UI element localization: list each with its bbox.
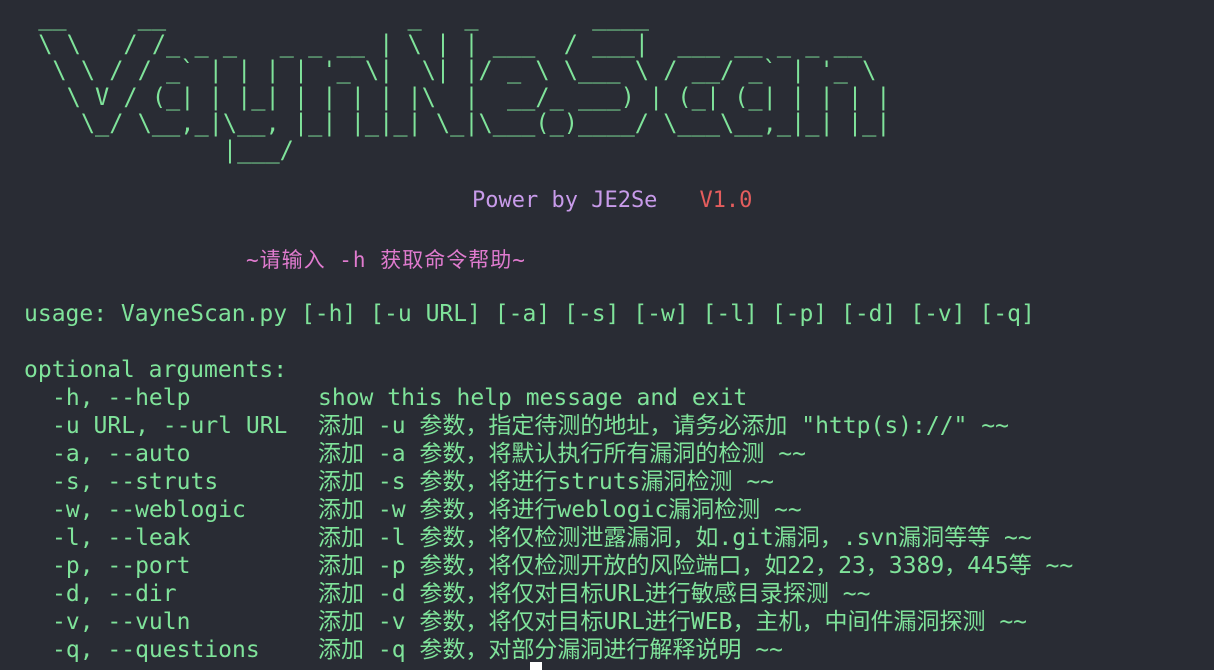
- option-desc-questions: 添加 -q 参数，对部分漏洞进行解释说明 ~~: [318, 637, 783, 663]
- option-desc-leak: 添加 -l 参数，将仅检测泄露漏洞，如.git漏洞，.svn漏洞等等 ~~: [318, 525, 1032, 551]
- option-flag-auto: -a, --auto: [52, 441, 191, 467]
- usage-line: usage: VayneScan.py [-h] [-u URL] [-a] […: [24, 301, 1035, 327]
- optional-arguments-heading: optional arguments:: [24, 357, 288, 383]
- version-label: V1.0: [699, 188, 753, 213]
- option-flag-help: -h, --help: [52, 385, 191, 411]
- option-flag-url: -u URL, --url URL: [52, 413, 288, 439]
- option-desc-url: 添加 -u 参数，指定待测的地址，请务必添加 "http(s)://" ~~: [318, 413, 1009, 439]
- terminal-window[interactable]: __ __ _ _ ____ \ \ / /_ _ _ _ _ __ | \ |…: [0, 0, 1214, 670]
- option-desc-dir: 添加 -d 参数，将仅对目标URL进行敏感目录探测 ~~: [318, 581, 871, 607]
- option-desc-help: show this help message and exit: [318, 385, 748, 411]
- option-flag-weblogic: -w, --weblogic: [52, 497, 246, 523]
- option-flag-leak: -l, --leak: [52, 525, 191, 551]
- option-flag-questions: -q, --questions: [52, 637, 260, 663]
- power-by-line: Power by JE2Se V1.0: [472, 188, 752, 213]
- help-hint: ~请输入 -h 获取命令帮助~: [246, 248, 526, 272]
- terminal-cursor[interactable]: [530, 662, 542, 670]
- option-desc-auto: 添加 -a 参数，将默认执行所有漏洞的检测 ~~: [318, 441, 806, 467]
- ascii-art-banner: __ __ _ _ ____ \ \ / /_ _ _ _ _ __ | \ |…: [38, 3, 891, 164]
- option-flag-dir: -d, --dir: [52, 581, 177, 607]
- option-flag-struts: -s, --struts: [52, 469, 219, 495]
- option-desc-weblogic: 添加 -w 参数，将进行weblogic漏洞检测 ~~: [318, 497, 802, 523]
- option-desc-vuln: 添加 -v 参数，将仅对目标URL进行WEB，主机，中间件漏洞探测 ~~: [318, 609, 1028, 635]
- option-desc-struts: 添加 -s 参数，将进行struts漏洞检测 ~~: [318, 469, 775, 495]
- option-flag-vuln: -v, --vuln: [52, 609, 191, 635]
- author-label: Power by JE2Se: [472, 188, 658, 213]
- option-desc-port: 添加 -p 参数，将仅检测开放的风险端口，如22，23，3389，445等 ~~: [318, 553, 1074, 579]
- option-flag-port: -p, --port: [52, 553, 191, 579]
